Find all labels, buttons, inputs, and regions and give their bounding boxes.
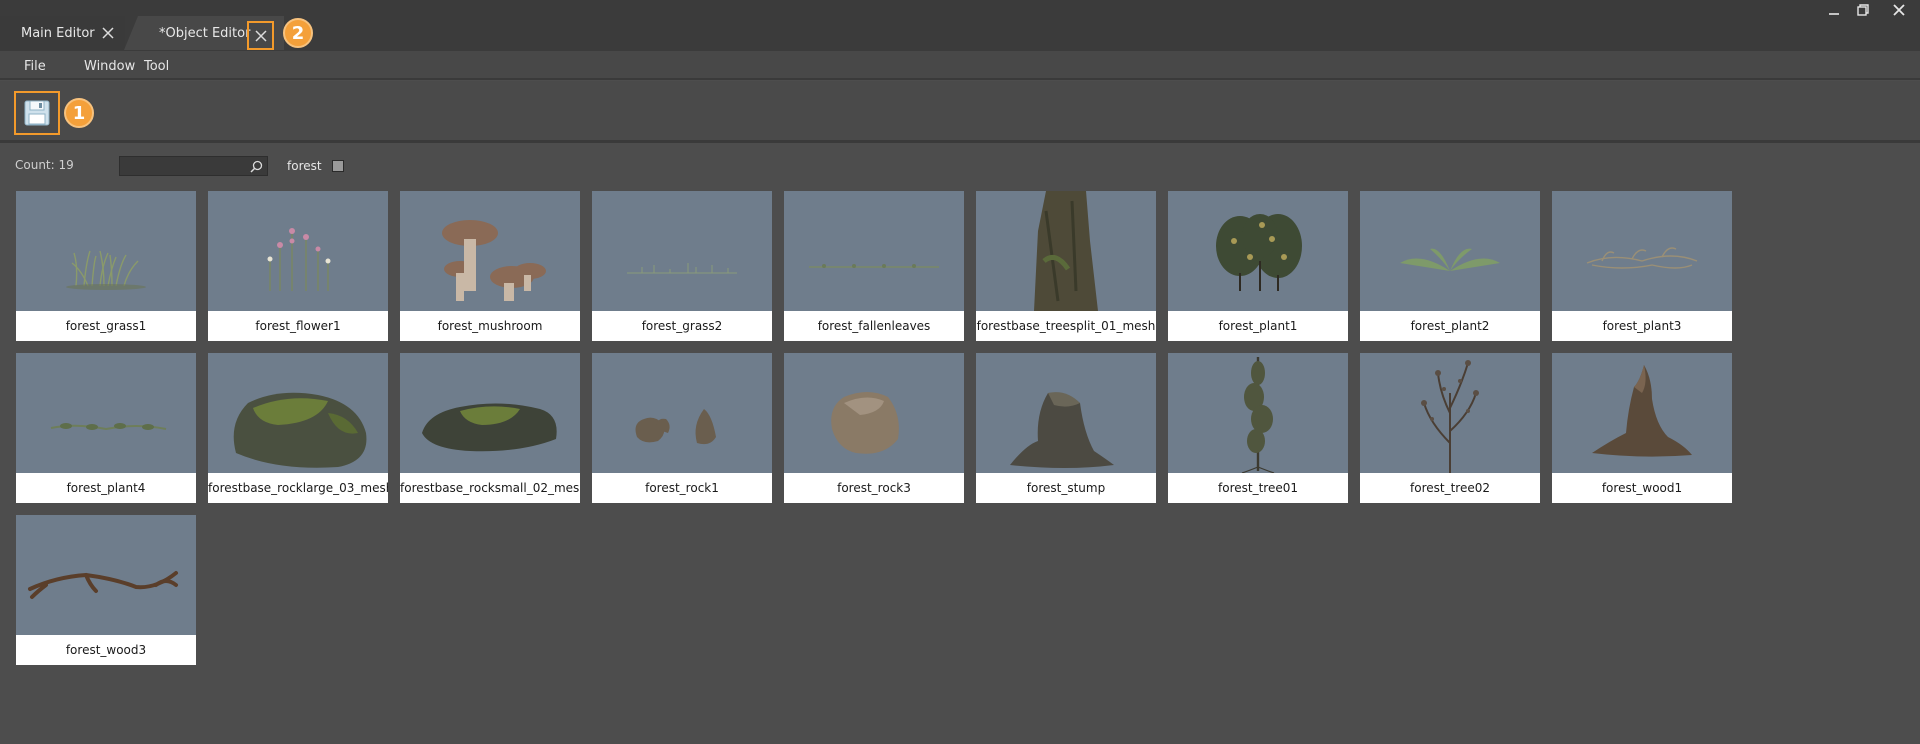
menu-window[interactable]: Window [84,59,135,74]
folder-filter-label: forest [287,159,322,173]
asset-card-label: forest_wood1 [1601,481,1683,495]
bush-icon [1168,191,1348,311]
branch-icon [16,515,196,635]
asset-card-label: forest_tree02 [1410,481,1490,495]
tab-object-editor[interactable]: *Object Editor [124,16,284,50]
close-icon[interactable] [247,21,274,50]
asset-card-label: forest_fallenleaves [817,319,931,333]
rock-large-icon [208,353,388,473]
tab-object-editor-label: *Object Editor [159,25,251,41]
asset-card[interactable]: forestbase_rocklarge_03_mesh [208,353,388,503]
asset-card-label: forest_plant2 [1410,319,1490,333]
callout-badge-1: 1 [64,98,94,128]
asset-card-label: forest_grass1 [65,319,147,333]
menu-bar: File Window Tool [0,51,1920,80]
dry-plant-icon [1552,191,1732,311]
minimize-icon[interactable] [1819,0,1849,20]
tab-main-editor[interactable]: Main Editor [0,16,125,50]
asset-card[interactable]: forest_tree02 [1360,353,1540,503]
toolbar: 1 [0,81,1920,143]
tab-bar: Main Editor *Object Editor 2 [0,0,1920,51]
tree-thin-icon [1168,353,1348,473]
asset-card-label: forest_plant4 [66,481,146,495]
asset-card[interactable]: forest_plant4 [16,353,196,503]
asset-card[interactable]: forest_wood1 [1552,353,1732,503]
asset-card[interactable]: forest_plant2 [1360,191,1540,341]
asset-card-label: forest_grass2 [641,319,723,333]
asset-card-label: forest_rock1 [645,481,719,495]
asset-card-label: forest_flower1 [255,319,341,333]
asset-card[interactable]: forest_tree01 [1168,353,1348,503]
floppy-disk-icon [24,100,50,126]
stump-icon [976,353,1156,473]
asset-card-label: forestbase_rocksmall_02_mesh [400,481,580,495]
mushroom-icon [400,191,580,311]
asset-card-label: forest_plant1 [1218,319,1298,333]
asset-card-label: forest_tree01 [1218,481,1298,495]
asset-grid: forest_grass1 forest_flower1 forest_mushro… [16,191,1906,665]
asset-card[interactable]: forestbase_rocksmall_02_mesh [400,353,580,503]
asset-card-label: forest_wood3 [65,643,147,657]
trunk-icon [976,191,1156,311]
rock-icon [784,353,964,473]
asset-card-label: forest_mushroom [437,319,543,333]
asset-card[interactable]: forest_rock1 [592,353,772,503]
asset-card[interactable]: forest_wood3 [16,515,196,665]
fern-icon [1360,191,1540,311]
rocks-small-icon [592,353,772,473]
grass-icon [16,191,196,311]
search-input[interactable] [119,156,268,176]
asset-card[interactable]: forest_fallenleaves [784,191,964,341]
wood-stump-icon [1552,353,1732,473]
save-button[interactable] [14,91,60,135]
folder-filter-checkbox[interactable] [332,160,344,172]
asset-card[interactable]: forest_mushroom [400,191,580,341]
rock-flat-icon [400,353,580,473]
tab-main-editor-label: Main Editor [21,25,95,41]
asset-card[interactable]: forestbase_treesplit_01_mesh [976,191,1156,341]
search-icon[interactable] [247,158,265,175]
flower-icon [208,191,388,311]
close-icon[interactable] [99,24,117,42]
restore-icon[interactable] [1848,0,1878,20]
grass-thin-icon [592,191,772,311]
asset-card[interactable]: forest_plant3 [1552,191,1732,341]
window-close-icon[interactable] [1884,0,1914,20]
asset-card[interactable]: forest_grass2 [592,191,772,341]
menu-file[interactable]: File [24,59,46,74]
asset-card[interactable]: forest_rock3 [784,353,964,503]
asset-card-label: forestbase_rocklarge_03_mesh [208,481,388,495]
leaves-icon [784,191,964,311]
asset-card-label: forest_plant3 [1602,319,1682,333]
asset-card-label: forest_rock3 [837,481,911,495]
callout-badge-2: 2 [283,18,313,48]
asset-card[interactable]: forest_flower1 [208,191,388,341]
tree-bare-icon [1360,353,1540,473]
menu-tool[interactable]: Tool [144,59,169,74]
asset-card-label: forestbase_treesplit_01_mesh [976,319,1156,333]
vine-icon [16,353,196,473]
asset-card[interactable]: forest_stump [976,353,1156,503]
asset-count: Count: 19 [15,158,74,172]
asset-card-label: forest_stump [1026,481,1106,495]
asset-card[interactable]: forest_grass1 [16,191,196,341]
asset-card[interactable]: forest_plant1 [1168,191,1348,341]
